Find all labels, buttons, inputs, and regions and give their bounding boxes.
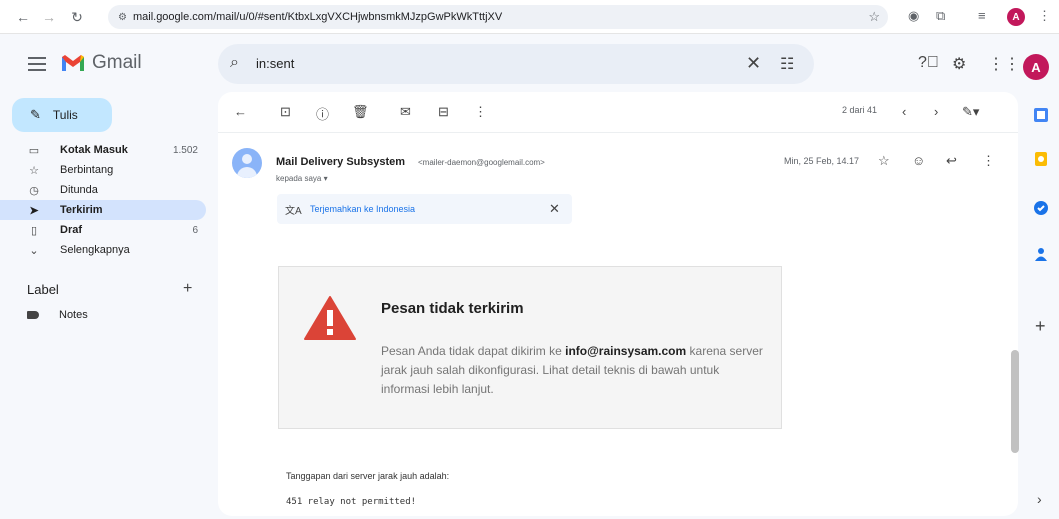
reply-icon[interactable]: ↩	[946, 153, 957, 169]
recipient-details[interactable]: kepada saya ▾	[276, 174, 328, 183]
emoji-reaction-icon[interactable]: ☺	[912, 153, 925, 168]
calendar-icon[interactable]	[1033, 107, 1049, 123]
toolbar-divider	[218, 132, 1018, 133]
search-options-icon[interactable]: ☷	[780, 54, 794, 74]
sidebar-item-starred[interactable]: ☆ Berbintang	[0, 160, 206, 180]
site-info-icon[interactable]: ⚙	[118, 12, 127, 23]
close-translate-icon[interactable]: ✕	[549, 201, 560, 217]
input-tools-icon[interactable]: ✎▾	[962, 104, 979, 120]
gmail-logo[interactable]: Gmail	[60, 52, 142, 74]
sidebar-item-sent[interactable]: ➤ Terkirim	[0, 200, 206, 220]
translate-banner: 文A Terjemahkan ke Indonesia ✕	[277, 194, 572, 224]
message-panel: ← ⊡ ⓘ 🗑 ✉ ⊟ ⋮ 2 dari 41 ‹ › ✎▾ Mail Deli…	[218, 92, 1018, 516]
translate-link[interactable]: Terjemahkan ke Indonesia	[310, 204, 415, 214]
browser-menu-icon[interactable]: ⋮	[1038, 8, 1051, 24]
back-to-list-icon[interactable]: ←	[234, 104, 247, 119]
browser-toolbar: ← → ↻ ⚙ mail.google.com/mail/u/0/#sent/K…	[0, 0, 1059, 34]
bounce-title: Pesan tidak terkirim	[381, 300, 524, 317]
message-date: Min, 25 Feb, 14.17	[784, 156, 860, 166]
pager-text: 2 dari 41	[842, 105, 878, 115]
translate-icon: 文A	[285, 206, 302, 217]
contacts-icon[interactable]	[1033, 246, 1049, 262]
sidebar-item-label: Terkirim	[60, 204, 103, 216]
back-icon[interactable]: ←	[12, 6, 34, 28]
newer-chevron-icon[interactable]: ‹	[902, 104, 906, 119]
more-actions-icon[interactable]: ⋮	[474, 104, 487, 120]
bounce-notice-card: Pesan tidak terkirim Pesan Anda tidak da…	[278, 266, 782, 429]
clear-search-icon[interactable]: ✕	[746, 53, 761, 74]
sidebar-item-label: Selengkapnya	[60, 244, 130, 256]
sender-name: Mail Delivery Subsystem	[276, 156, 406, 168]
url-text: mail.google.com/mail/u/0/#sent/KtbxLxgVX…	[132, 11, 503, 23]
search-icon[interactable]: ⌕	[230, 54, 239, 72]
get-addons-icon[interactable]: +	[1035, 316, 1046, 337]
sidebar-item-label: Ditunda	[60, 184, 98, 196]
message-more-icon[interactable]: ⋮	[982, 153, 995, 169]
inbox-icon: ▭	[28, 144, 40, 157]
failed-recipient-email: info@rainsysam.com	[565, 344, 687, 358]
label-name: Notes	[59, 309, 88, 321]
settings-gear-icon[interactable]: ⚙	[952, 54, 966, 74]
add-to-tasks-icon[interactable]: ⊟	[438, 104, 449, 120]
compose-button[interactable]: ✎ Tulis	[12, 98, 112, 132]
forward-icon[interactable]: →	[38, 6, 60, 28]
recipient-label: kepada saya	[276, 174, 322, 183]
sidebar-item-more[interactable]: ⌄ Selengkapnya	[0, 240, 206, 260]
reading-list-icon[interactable]: ≡	[978, 8, 986, 23]
main-menu-icon[interactable]	[28, 57, 46, 71]
mark-unread-icon[interactable]: ✉	[400, 104, 411, 120]
bookmark-star-icon[interactable]: ☆	[868, 9, 880, 25]
sidebar-item-label: Kotak Masuk	[60, 144, 128, 156]
sidebar-item-snoozed[interactable]: ◷ Ditunda	[0, 180, 206, 200]
sidebar-item-drafts[interactable]: ▯ Draf 6	[0, 220, 206, 240]
draft-count: 6	[192, 224, 198, 236]
compose-label: Tulis	[52, 108, 78, 122]
chevron-down-icon: ⌄	[29, 244, 39, 257]
draft-icon: ▯	[30, 224, 38, 237]
warning-triangle-icon	[304, 296, 356, 340]
add-label-icon[interactable]: +	[183, 280, 192, 298]
server-response-code: 451 relay not permitted!	[286, 497, 417, 507]
label-item-notes[interactable]: Notes	[27, 309, 88, 321]
reload-icon[interactable]: ↻	[66, 6, 88, 28]
send-icon: ➤	[29, 204, 39, 217]
sidebar-item-label: Draf	[60, 224, 83, 236]
sender-email: <mailer-daemon@googlemail.com>	[418, 158, 545, 167]
help-icon[interactable]: ?⃝	[918, 54, 939, 72]
apps-grid-icon[interactable]: ⋮⋮	[988, 54, 1020, 74]
sidebar-item-label: Berbintang	[60, 164, 114, 176]
browser-profile-avatar[interactable]: A	[1007, 8, 1025, 26]
star-message-icon[interactable]: ☆	[878, 153, 890, 169]
archive-icon[interactable]: ⊡	[280, 104, 291, 120]
delete-icon[interactable]: 🗑	[352, 104, 369, 120]
server-response-label: Tanggapan dari server jarak jauh adalah:	[286, 471, 450, 481]
gmail-m-icon	[62, 55, 84, 71]
bounce-description: Pesan Anda tidak dapat dikirim ke info@r…	[381, 342, 771, 399]
sidebar-nav: ▭ Kotak Masuk 1.502 ☆ Berbintang ◷ Ditun…	[0, 140, 206, 260]
sidebar-item-inbox[interactable]: ▭ Kotak Masuk 1.502	[0, 140, 206, 160]
message-scrollbar[interactable]	[1011, 350, 1019, 453]
address-bar[interactable]: ⚙ mail.google.com/mail/u/0/#sent/KtbxLxg…	[108, 5, 888, 29]
tasks-icon[interactable]	[1033, 200, 1049, 216]
extensions-puzzle-icon[interactable]: ⧉	[936, 8, 945, 24]
show-side-panel-icon[interactable]: ›	[1037, 491, 1042, 507]
bounce-text-before: Pesan Anda tidak dapat dikirim ke	[381, 344, 566, 358]
label-tag-icon	[27, 311, 39, 319]
gmail-wordmark: Gmail	[92, 52, 142, 73]
keep-icon[interactable]	[1033, 151, 1049, 167]
sender-avatar	[232, 148, 262, 178]
search-bar[interactable]: ⌕ in:sent ✕ ☷	[218, 44, 814, 84]
extension-shield-icon[interactable]: ◉	[908, 8, 919, 24]
search-input[interactable]: in:sent	[256, 56, 294, 71]
older-chevron-icon[interactable]: ›	[934, 104, 938, 119]
unread-count: 1.502	[172, 144, 198, 156]
clock-icon: ◷	[29, 184, 39, 197]
labels-heading: Label	[27, 282, 59, 297]
star-icon: ☆	[29, 164, 39, 177]
pencil-icon: ✎	[30, 107, 41, 122]
account-avatar[interactable]: A	[1023, 54, 1049, 80]
report-spam-icon[interactable]: ⓘ	[316, 104, 329, 123]
